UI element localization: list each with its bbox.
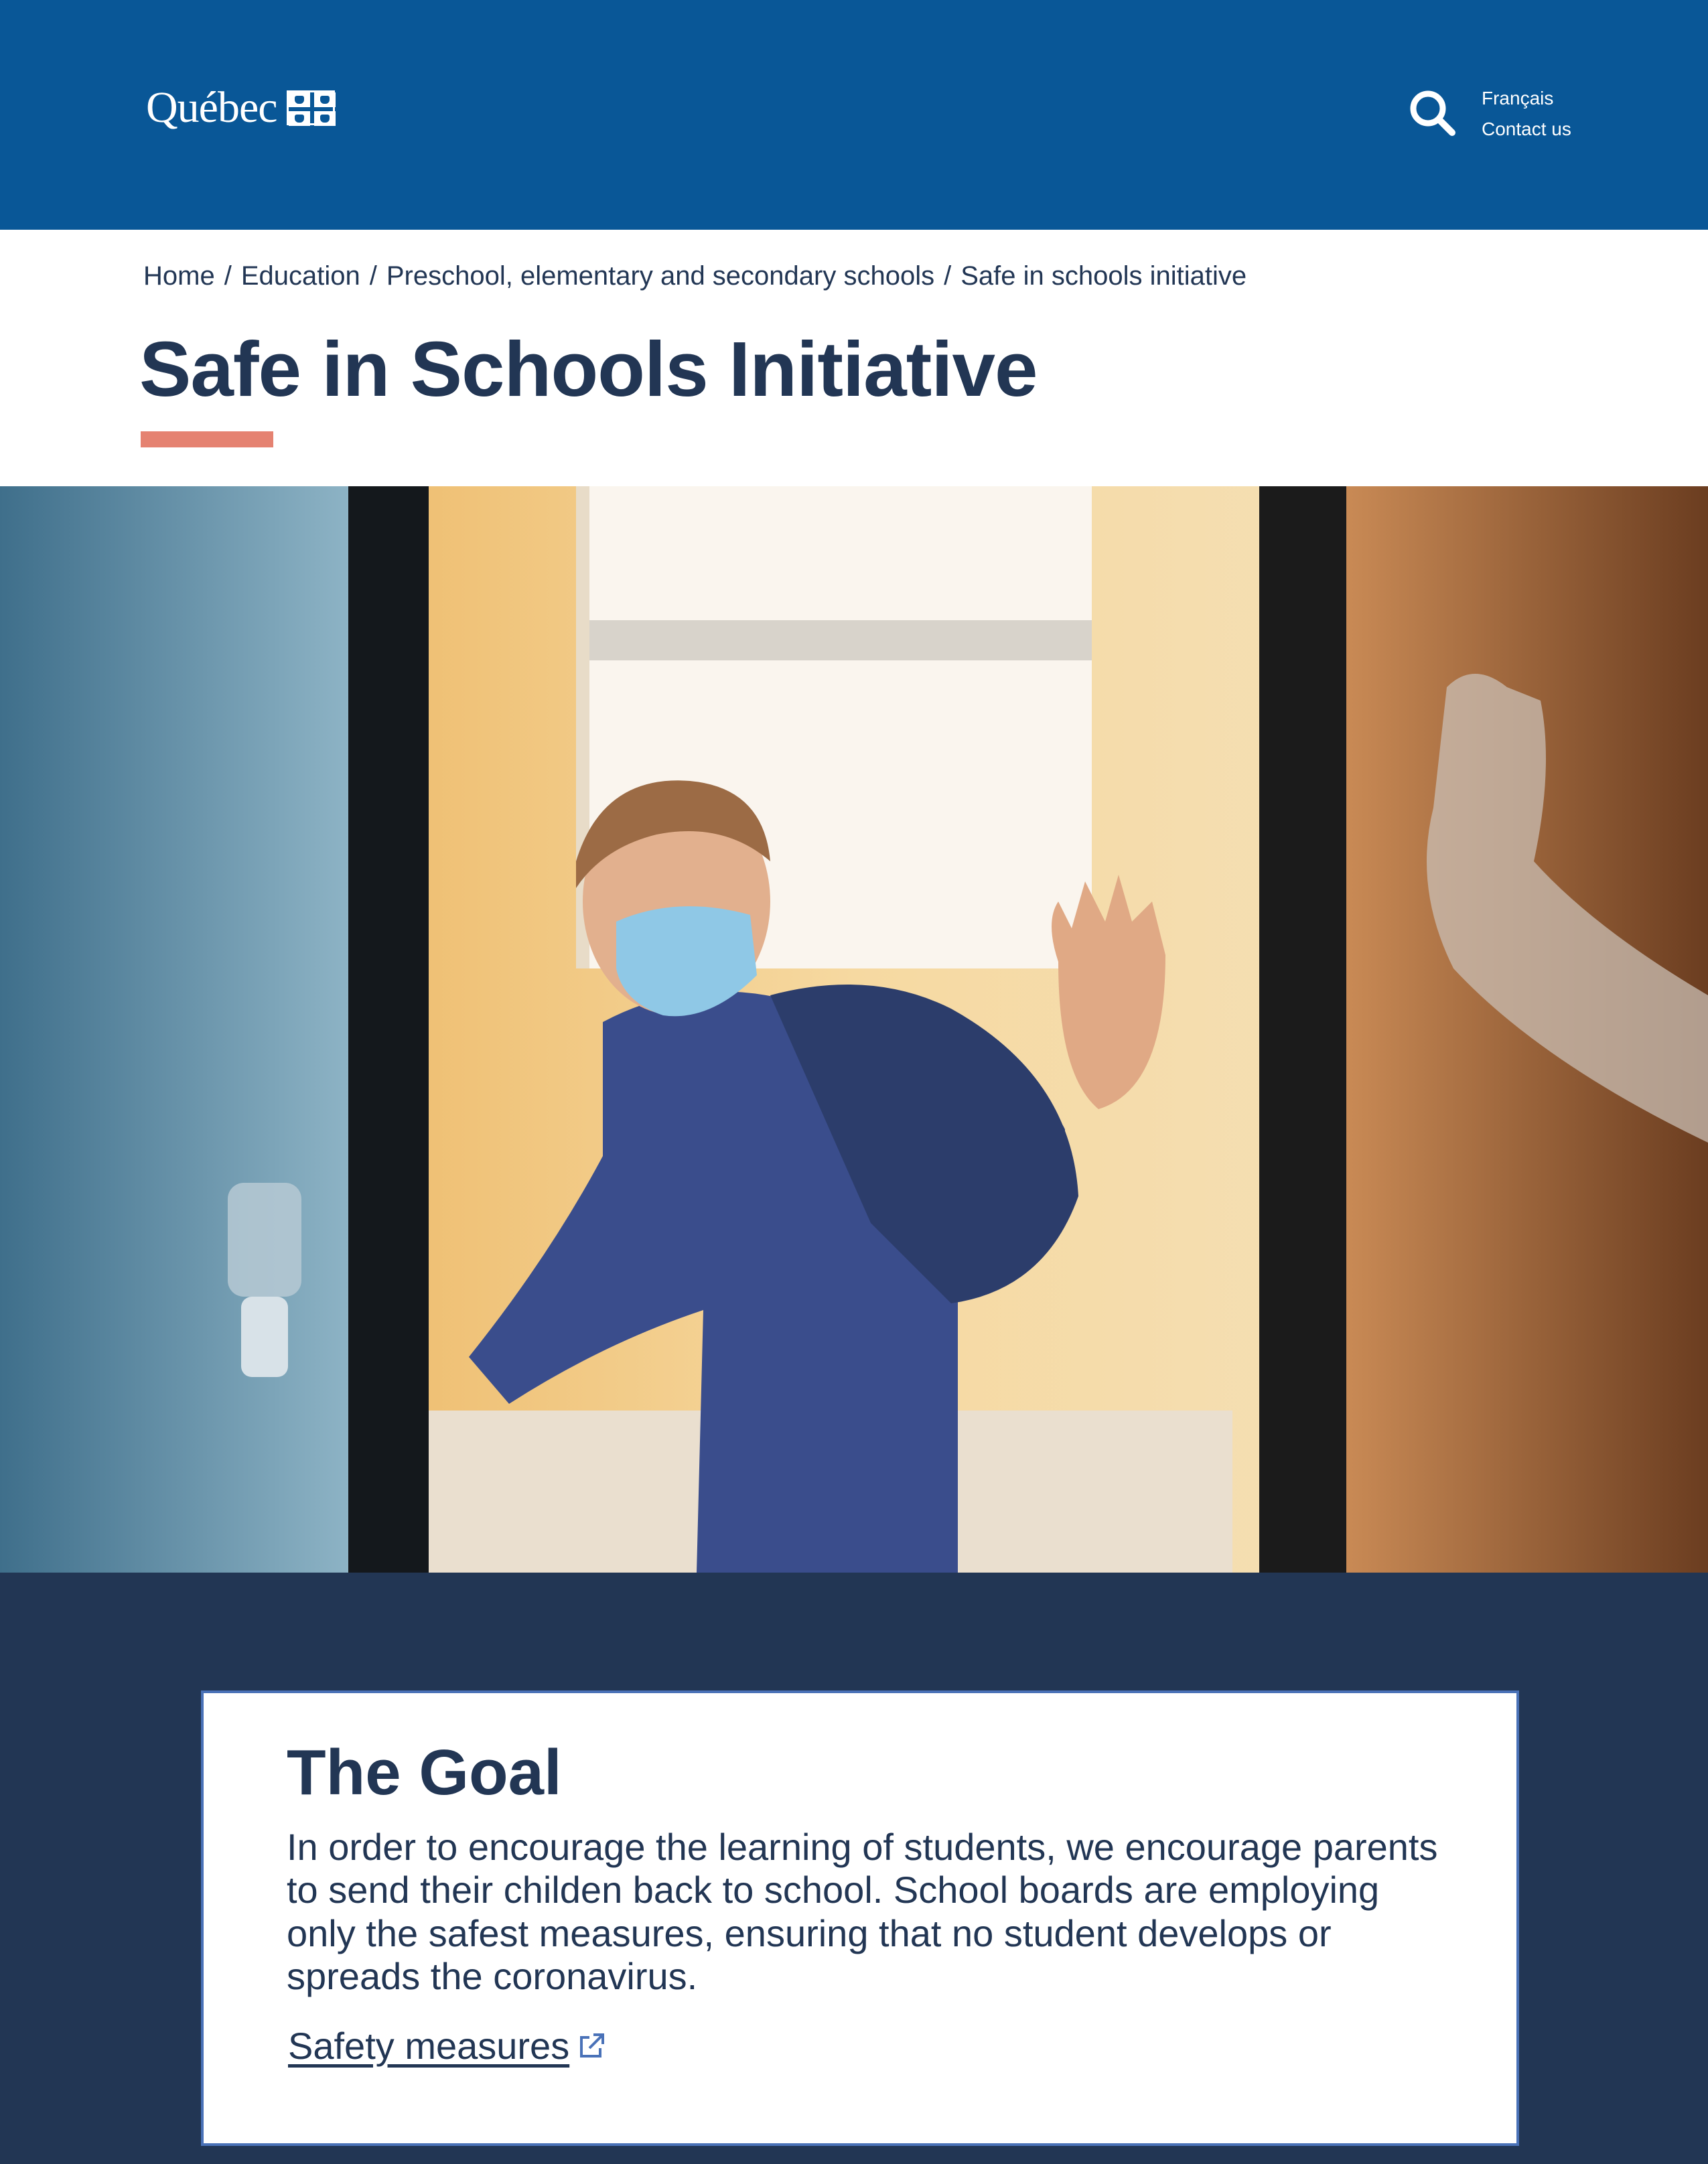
quebec-logo[interactable]: Québec xyxy=(146,83,336,132)
breadcrumb: Home / Education / Preschool, elementary… xyxy=(143,261,1247,291)
breadcrumb-separator: / xyxy=(369,261,377,291)
language-toggle-link[interactable]: Français xyxy=(1482,87,1553,110)
breadcrumb-schools[interactable]: Preschool, elementary and secondary scho… xyxy=(386,261,934,291)
external-link-icon xyxy=(580,2033,605,2058)
goal-section: The Goal In order to encourage the learn… xyxy=(0,1573,1708,2164)
page-title: Safe in Schools Initiative xyxy=(139,326,1038,413)
safety-measures-link-label: Safety measures xyxy=(288,2025,570,2067)
breadcrumb-separator: / xyxy=(224,261,232,291)
breadcrumb-separator: / xyxy=(944,261,952,291)
fleur-de-lis-flag-icon xyxy=(286,90,336,126)
goal-heading: The Goal xyxy=(287,1737,562,1808)
safety-measures-link[interactable]: Safety measures xyxy=(288,2024,607,2068)
search-button[interactable] xyxy=(1407,87,1460,141)
site-header: Québec Français Contact us xyxy=(0,0,1708,230)
title-accent-bar xyxy=(141,431,273,447)
breadcrumb-home[interactable]: Home xyxy=(143,261,215,291)
logo-wordmark: Québec xyxy=(146,83,278,132)
hero-illustration xyxy=(0,486,1708,1573)
goal-card: The Goal In order to encourage the learn… xyxy=(201,1690,1519,2146)
search-icon xyxy=(1410,90,1455,136)
goal-description: In order to encourage the learning of st… xyxy=(287,1826,1438,1998)
breadcrumb-current: Safe in schools initiative xyxy=(960,261,1247,291)
breadcrumb-education[interactable]: Education xyxy=(241,261,360,291)
hero-image xyxy=(0,486,1708,1573)
contact-us-link[interactable]: Contact us xyxy=(1482,118,1571,141)
